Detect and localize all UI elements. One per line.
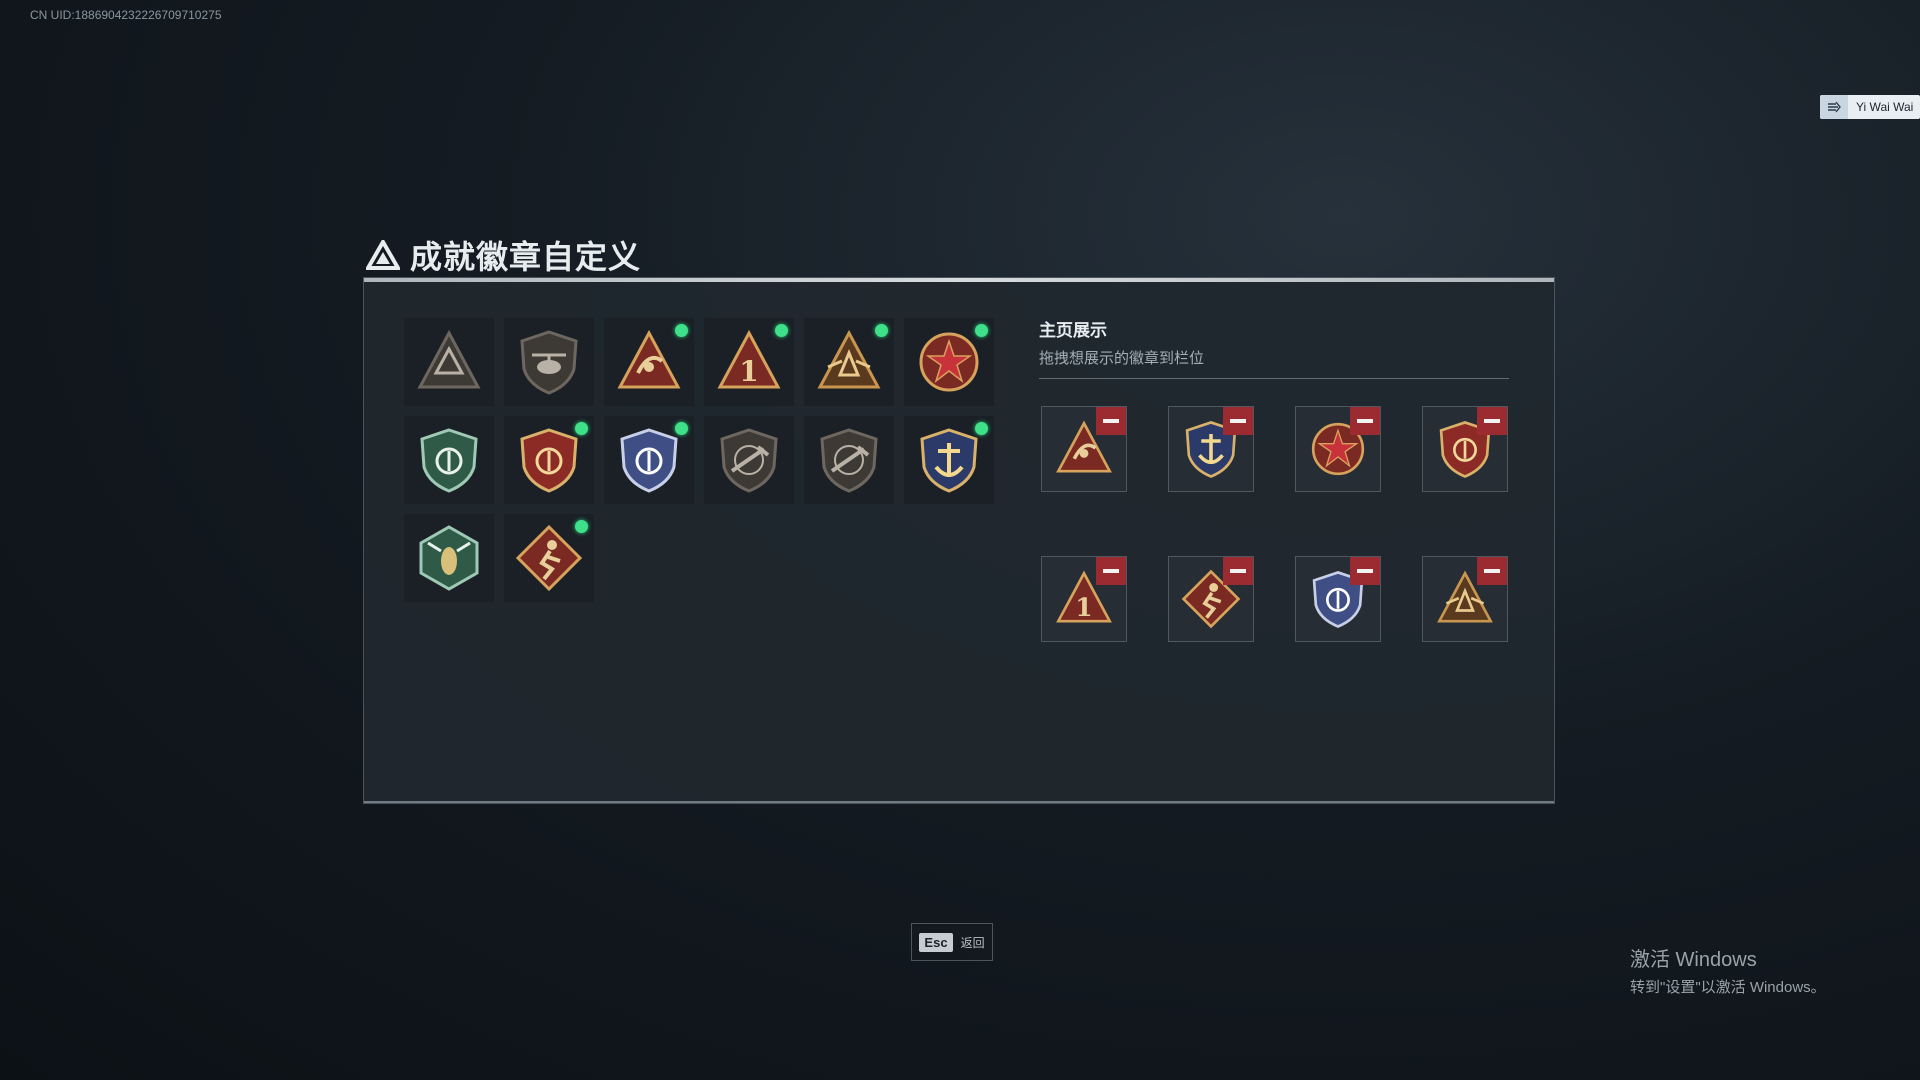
minus-icon [1484,419,1500,423]
minus-icon [1484,569,1500,573]
watermark-line2: 转到"设置"以激活 Windows。 [1630,979,1826,996]
minus-icon [1230,569,1246,573]
user-link-icon [1820,95,1848,119]
showcase-slot[interactable] [1295,406,1381,492]
showcase-slot[interactable] [1168,556,1254,642]
badge-cell[interactable] [904,416,994,504]
blue-shield-badge-icon [614,425,684,495]
new-indicator-dot [675,324,688,337]
watermark-line1: 激活 Windows [1630,949,1757,971]
showcase-title: 主页展示 [1039,321,1107,340]
badge-cell[interactable] [404,514,494,602]
new-indicator-dot [975,422,988,435]
badge-cell[interactable] [404,318,494,406]
remove-badge-button[interactable] [1350,557,1380,585]
windows-activation-watermark: 激活 Windows 转到"设置"以激活 Windows。 [1630,943,1826,997]
badge-cell[interactable] [604,416,694,504]
showcase-slot[interactable] [1422,406,1508,492]
showcase-subtitle: 拖拽想展示的徽章到栏位 [1039,350,1205,367]
helicopter-shield-badge-icon [514,327,584,397]
page-title: 成就徽章自定义 [410,239,642,275]
remove-badge-button[interactable] [1223,407,1253,435]
remove-badge-button[interactable] [1477,557,1507,585]
showcase-divider [1039,378,1509,379]
minus-icon [1103,419,1119,423]
number-one-triangle-badge-icon: 1 [714,327,784,397]
minus-icon [1230,419,1246,423]
badge-cell[interactable] [404,416,494,504]
badge-grid: 1 [404,318,994,602]
minus-icon [1357,569,1373,573]
showcase-slot[interactable] [1422,556,1508,642]
triangle-logo-icon [366,240,400,270]
badge-panel: 1 主页展示 拖拽想展示的徽章到栏位 1 [363,277,1555,804]
new-indicator-dot [575,422,588,435]
remove-badge-button[interactable] [1477,407,1507,435]
new-indicator-dot [675,422,688,435]
panel-bottom-border [364,801,1554,803]
showcase-slot[interactable] [1168,406,1254,492]
user-name: Yi Wai Wai [1856,100,1914,114]
new-indicator-dot [875,324,888,337]
remove-badge-button[interactable] [1096,407,1126,435]
wasp-hexagon-badge-icon [414,523,484,593]
anchor-crest-badge-icon [914,425,984,495]
back-button[interactable]: Esc 返回 [911,923,993,961]
remove-badge-button[interactable] [1223,557,1253,585]
svg-text:1: 1 [1075,593,1092,622]
badge-cell[interactable] [604,318,694,406]
runner-diamond-badge-icon [514,523,584,593]
badge-cell[interactable]: 1 [704,318,794,406]
rifle-shield-badge-icon [714,425,784,495]
minus-icon [1103,569,1119,573]
back-label: 返回 [960,935,985,950]
winged-triangle-badge-icon [814,327,884,397]
rifle-shield-badge-icon [814,425,884,495]
badge-cell[interactable] [804,416,894,504]
new-indicator-dot [775,324,788,337]
badge-cell[interactable] [504,318,594,406]
showcase-slots: 1 [1041,406,1508,642]
new-indicator-dot [975,324,988,337]
badge-cell[interactable] [504,514,594,602]
badge-cell[interactable] [904,318,994,406]
page-header: 成就徽章自定义 [366,232,641,278]
esc-key-hint: Esc [919,932,953,952]
badge-cell[interactable] [704,416,794,504]
starred-crest-badge-icon [514,425,584,495]
showcase-slot[interactable]: 1 [1041,556,1127,642]
showcase-slot[interactable] [1295,556,1381,642]
new-indicator-dot [575,520,588,533]
uid-label: CN UID:1886904232226709710275 [30,8,222,22]
badge-cell[interactable] [504,416,594,504]
panel-top-border [364,278,1554,282]
remove-badge-button[interactable] [1350,407,1380,435]
radar-dish-triangle-badge-icon [614,327,684,397]
badge-cell[interactable] [804,318,894,406]
user-chip[interactable]: Yi Wai Wai [1820,95,1920,119]
remove-badge-button[interactable] [1096,557,1126,585]
triangle-shield-badge-icon [414,327,484,397]
star-wreath-badge-icon [914,327,984,397]
showcase-slot[interactable] [1041,406,1127,492]
minus-icon [1357,419,1373,423]
green-beret-shield-badge-icon [414,425,484,495]
svg-text:1: 1 [739,355,758,388]
showcase-section: 主页展示 拖拽想展示的徽章到栏位 1 [1039,316,1509,642]
